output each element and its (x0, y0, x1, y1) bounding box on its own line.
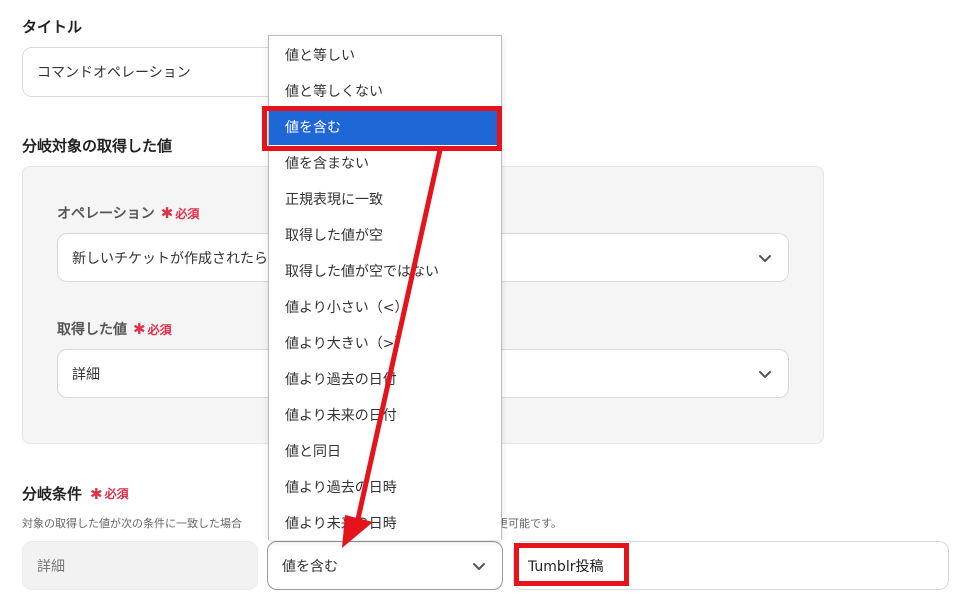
required-asterisk-icon: ✱ (133, 320, 146, 338)
chevron-down-icon (472, 559, 486, 573)
branch-condition-hint-tail: 更可能です。 (497, 517, 562, 530)
annotation-highlight-selected-option (262, 106, 502, 151)
dropdown-option[interactable]: 値と等しくない (269, 73, 501, 109)
title-input-value: コマンドオペレーション (37, 65, 191, 81)
chevron-down-icon (758, 251, 772, 265)
dropdown-option[interactable]: 値と同日 (269, 433, 501, 469)
required-badge: ✱ 必須 (161, 204, 200, 222)
dropdown-option[interactable]: 値より小さい（<） (269, 289, 501, 325)
branch-condition-label: 分岐条件 ✱ 必須 (22, 483, 129, 504)
title-section-label: タイトル (22, 18, 83, 36)
condition-field-value: 詳細 (37, 558, 65, 575)
required-text: 必須 (104, 487, 129, 501)
required-asterisk-icon: ✱ (160, 204, 174, 222)
operation-label: オペレーション ✱ 必須 (57, 203, 199, 223)
condition-field: 詳細 (22, 541, 258, 590)
required-text: 必須 (175, 206, 200, 221)
dropdown-option[interactable]: 値より未来の日付 (269, 397, 501, 433)
operation-select-value: 新しいチケットが作成されたら (72, 250, 268, 267)
operation-label-text: オペレーション (57, 206, 155, 222)
dropdown-option[interactable]: 正規表現に一致 (269, 181, 501, 217)
dropdown-option[interactable]: 取得した値が空ではない (269, 253, 501, 289)
title-input[interactable]: コマンドオペレーション (22, 47, 282, 97)
dropdown-option[interactable]: 値と等しい (269, 37, 501, 73)
dropdown-option[interactable]: 取得した値が空 (269, 217, 501, 253)
chevron-down-icon (758, 367, 772, 381)
acquired-value-select-value: 詳細 (72, 366, 100, 383)
condition-operator-select[interactable]: 値を含む (267, 541, 503, 590)
required-badge: ✱ 必須 (133, 320, 172, 338)
branch-condition-label-text: 分岐条件 (22, 485, 83, 503)
required-text: 必須 (147, 322, 172, 337)
condition-operator-value: 値を含む (282, 558, 338, 575)
dropdown-option[interactable]: 値より過去の日付 (269, 361, 501, 397)
annotation-highlight-value (514, 543, 629, 586)
acquired-value-label-text: 取得した値 (57, 322, 127, 338)
branch-condition-hint: 対象の取得した値が次の条件に一致した場合 (22, 517, 242, 530)
dropdown-option[interactable]: 値より未来の日時 (269, 505, 501, 541)
acquired-value-label: 取得した値 ✱ 必須 (57, 319, 172, 339)
branch-target-label: 分岐対象の取得した値 (22, 137, 173, 155)
dropdown-option[interactable]: 値より過去の日時 (269, 469, 501, 505)
required-asterisk-icon: ✱ (90, 484, 103, 503)
required-badge: ✱ 必須 (90, 485, 129, 503)
dropdown-option[interactable]: 値より大きい（>） (269, 325, 501, 361)
